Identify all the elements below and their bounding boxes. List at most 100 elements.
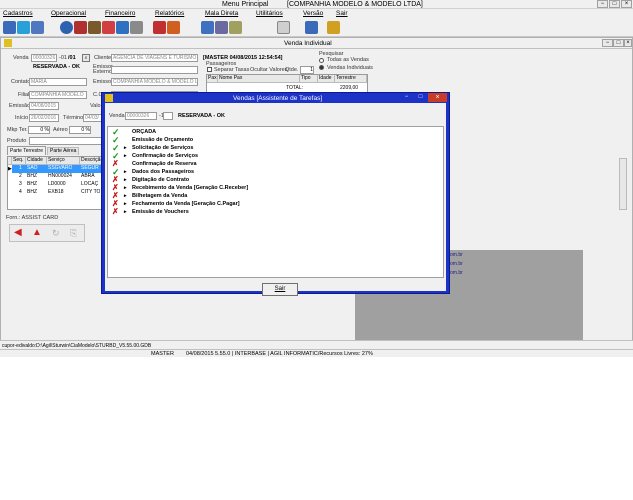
task-item[interactable]: ✓ ▸ Confirmação de Serviços [112,152,412,161]
emissor-label: Emissor [93,79,113,85]
maximize-button[interactable]: □ [609,0,620,8]
row-servico: EXB18 [48,189,64,195]
menu-mala-direta[interactable]: Mala Direta [205,10,238,17]
dialog-minimize-button[interactable]: − [400,94,413,102]
services-scrollbar[interactable] [619,158,627,210]
up-record-icon[interactable]: ▲ [32,228,42,238]
table-row[interactable]: 3 BHZ LD0000 LOCAÇ [12,181,102,189]
world-icon[interactable] [60,21,73,34]
dialog-title-bar: Vendas [Assistente de Tarefas] − □ × [102,93,449,103]
cliente-field[interactable]: AGENCIA DE VIAGENS E TURISMO [111,54,198,62]
dialog-venda-field[interactable]: 00000326 [125,112,157,120]
task-item[interactable]: ✗ Confirmação de Reserva [112,160,412,169]
services-header-cidade: Cidade [26,157,47,165]
task-item[interactable]: ✓ ▸ Dados dos Passageiros [112,168,412,177]
tab-parte-aerea[interactable]: Parte Aérea [47,147,80,155]
task-item[interactable]: ✓ Emissão de Orçamento [112,136,412,145]
filial-field[interactable]: COMPANHIA MODELO [29,91,87,99]
company-title: [COMPANHIA MODELO & MODELO LTDA] [287,1,423,8]
suitcase-icon[interactable] [74,21,87,34]
inicio-field[interactable]: 26/02/2016 [29,114,59,122]
car-icon[interactable] [102,21,115,34]
menu-sair[interactable]: Sair [336,10,348,17]
search-venda-icon[interactable]: ⌕ [82,54,90,62]
contato-field[interactable]: MARIA [29,78,87,86]
emissor-field[interactable]: COMPANHIA MODELO & MODELO LT [111,78,198,86]
exit-icon[interactable] [327,21,340,34]
copy-icon[interactable]: ⎘ [70,228,77,238]
menu-relatorios[interactable]: Relatórios [155,10,184,17]
link-text[interactable]: om.br [450,261,463,267]
child-minimize-button[interactable]: − [602,39,613,47]
markup-field[interactable]: 0 % [28,126,50,134]
task-item[interactable]: ✗ ▸ Bilhetagem da Venda [112,192,412,201]
task-item[interactable]: ✓ ORÇADA [112,128,412,137]
table-row[interactable]: 1 SAO SSGVARO SEGUR [12,165,102,173]
produto-field[interactable] [29,137,103,145]
menu-cadastros[interactable]: Cadastros [3,10,33,17]
child-maximize-button[interactable]: □ [613,39,624,47]
tab-parte-terrestre[interactable]: Parte Terrestre [7,146,46,155]
cross-icon: ✗ [112,207,119,216]
venda-number-field[interactable]: 00000326 [31,54,57,62]
task-item[interactable]: ✗ ▸ Emissão de Vouchers [112,207,412,217]
bullet-icon: ▸ [124,193,127,199]
clients-icon[interactable] [3,21,16,34]
path-status-bar: cupor-edivaldo:D:\Agil\Sturwin\CiaModelo… [0,340,633,349]
prev-record-icon[interactable]: ◀ [14,228,22,238]
tools-icon[interactable] [130,21,143,34]
emissor-externo-field[interactable] [111,66,198,74]
table-row[interactable]: 4 BHZ EXB18 CITY TO [12,189,102,197]
qtde-field[interactable]: 1 [300,66,314,74]
task-item[interactable]: ✗ ▸ Recebimento da Venda [Geração C.Rece… [112,184,412,193]
venda-suffix: -01 [59,55,67,61]
menu-versao[interactable]: Versão [303,10,323,17]
emissao-field[interactable]: 04/08/2015 [29,102,59,110]
link-text[interactable]: om.br [450,252,463,258]
menu-operacional[interactable]: Operacional [51,10,86,17]
menu-utilitarios[interactable]: Utilitários [256,10,283,17]
task-item[interactable]: ✗ ▸ Digitação de Contrato [112,176,412,185]
menu-financeiro[interactable]: Financeiro [105,10,135,17]
report-icon[interactable] [167,21,180,34]
aereo-field[interactable]: 0 % [69,126,91,134]
globe-icon[interactable] [17,21,30,34]
minimize-button[interactable]: − [597,0,608,8]
row-desc: SEGUR [81,165,99,171]
dialog-venda-suffix-field[interactable] [163,112,173,120]
plane-icon[interactable] [116,21,129,34]
dialog-close-button[interactable]: × [428,93,447,102]
services-header-servico: Serviço [47,157,80,165]
dialog-maximize-button[interactable]: □ [414,94,427,102]
mail-icon[interactable] [215,21,228,34]
monitor-icon[interactable] [201,21,214,34]
bullet-icon: ▸ [124,145,127,151]
info-icon[interactable] [305,21,318,34]
cash-icon[interactable] [153,21,166,34]
dialog-venda-label: Venda [109,113,125,119]
termino-field[interactable]: 04/03/ [83,114,103,122]
row-desc: ABRA [81,173,95,179]
bus-icon[interactable] [88,21,101,34]
close-button[interactable]: × [621,0,632,8]
refresh-icon[interactable]: ↻ [52,228,60,238]
task-item[interactable]: ✓ ▸ Solicitação de Serviços [112,144,412,153]
separar-taxas-checkbox[interactable] [207,67,212,72]
row-seq: 1 [19,165,22,171]
sair-button[interactable]: Sair [262,283,298,296]
users-icon[interactable] [31,21,44,34]
task-item[interactable]: ✗ ▸ Fechamento da Venda [Geração C.Pagar… [112,200,412,209]
todas-vendas-label: Todas as Vendas [327,57,369,63]
main-title-bar: Menu Principal [COMPANHIA MODELO & MODEL… [0,0,633,9]
child-close-button[interactable]: × [624,39,632,47]
child-title: Venda Individual [284,40,332,47]
termino-label: Término [63,115,84,121]
todas-vendas-radio[interactable] [319,58,324,63]
table-row[interactable]: 2 BHZ HN000024 ABRA [12,173,102,181]
vendas-individuais-radio[interactable] [319,65,324,70]
print-icon[interactable] [277,21,290,34]
task-label: Emissão de Orçamento [132,137,194,143]
menu-bar: Cadastros Operacional Financeiro Relatór… [0,9,633,18]
link-text[interactable]: om.br [450,270,463,276]
document-icon[interactable] [229,21,242,34]
